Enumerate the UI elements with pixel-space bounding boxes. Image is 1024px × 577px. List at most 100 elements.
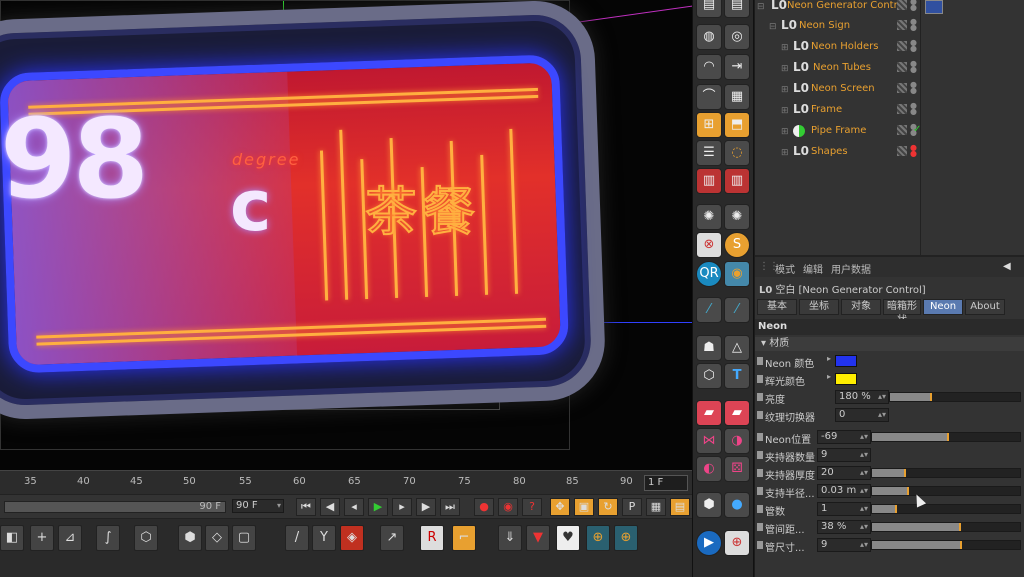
tab-basic[interactable]: 基本 (757, 299, 797, 315)
object-row[interactable]: ⊟ L0 Neon Sign ● ● (755, 16, 1024, 36)
param-tube-size[interactable]: 管尺寸... 9 ▴▾ (755, 536, 1024, 554)
back-arrow-icon[interactable]: ◀ (1003, 261, 1011, 272)
dynamics-2-icon[interactable]: ▥ (724, 168, 750, 194)
param-glow-color[interactable]: 辉光颜色 ▸ (755, 370, 1024, 388)
measure-icon[interactable]: ⊿ (58, 525, 82, 551)
dice-icon[interactable]: ⚄ (724, 456, 750, 482)
tube-size-slider[interactable] (871, 540, 1021, 550)
target-light-icon[interactable]: ✺ (724, 204, 750, 230)
param-tube-spacing[interactable]: 管间距... 38 % ▴▾ (755, 518, 1024, 536)
import-icon[interactable]: ⇓ (498, 525, 522, 551)
key-scale-button[interactable]: ▣ (574, 498, 594, 516)
tab-about[interactable]: About (965, 299, 1005, 315)
tab-coord[interactable]: 坐标 (799, 299, 839, 315)
expand-arrow-icon[interactable]: ▸ (827, 372, 831, 381)
play-button[interactable]: ▶ (368, 498, 388, 516)
holder-thickness-slider[interactable] (871, 468, 1021, 478)
param-holder-thickness[interactable]: 夹持器厚度 20 ▴▾ (755, 464, 1024, 482)
neon-color-swatch[interactable] (835, 355, 857, 367)
keyframe-selection-button[interactable]: ? (522, 498, 542, 516)
param-neon-position[interactable]: Neon位置 -69 ▴▾ (755, 428, 1024, 446)
texture-switcher-field[interactable]: 0 ▴▾ (835, 408, 889, 422)
bowtie-icon[interactable]: ⋈ (696, 428, 722, 454)
material-group[interactable]: ▾ 材质 (755, 337, 1024, 351)
key-pla-button[interactable]: ▦ (646, 498, 666, 516)
grid-sphere-icon[interactable]: ⊕ (586, 525, 610, 551)
param-brightness[interactable]: 亮度 180 % ▴▾ (755, 388, 1024, 406)
object-render-dots[interactable]: ● ● (910, 81, 917, 95)
animate-toggle[interactable] (757, 375, 763, 383)
polygon-select-icon[interactable]: ⬡ (134, 525, 158, 551)
support-radius-slider[interactable] (871, 486, 1021, 496)
menu-mode[interactable]: 模式 (775, 261, 795, 276)
animate-toggle[interactable] (757, 469, 763, 477)
param-tube-count[interactable]: 管数 1 ▴▾ (755, 500, 1024, 518)
prev-key-button[interactable]: ◀ (320, 498, 340, 516)
key-rotation-button[interactable]: ↻ (598, 498, 618, 516)
heart-icon[interactable]: ♥ (556, 525, 580, 551)
cube-pink-icon[interactable]: ▰ (696, 400, 722, 426)
prev-frame-button[interactable]: ◂ (344, 498, 364, 516)
object-render-dots[interactable]: ● ● (910, 0, 917, 12)
cube-outline-icon[interactable]: ▢ (232, 525, 256, 551)
record-button[interactable]: ● (474, 498, 494, 516)
expand-arrow-icon[interactable]: ▸ (827, 354, 831, 363)
animate-toggle[interactable] (757, 487, 763, 495)
neon-position-slider[interactable] (871, 432, 1021, 442)
3d-viewport[interactable]: 98 degree c 茶餐 (0, 0, 692, 470)
tab-object[interactable]: 对象 (841, 299, 881, 315)
add-point-icon[interactable]: + (30, 525, 54, 551)
lattice-icon[interactable]: ▦ (724, 84, 750, 110)
render-view-icon[interactable]: R (420, 525, 444, 551)
object-row[interactable]: ⊟ L0 Neon Generator Control ● ● (755, 0, 1024, 16)
animate-toggle[interactable] (757, 393, 763, 401)
object-visibility-icon[interactable] (897, 104, 907, 114)
object-visibility-icon[interactable] (897, 146, 907, 156)
palette-top-icon[interactable]: ▤ (724, 0, 750, 18)
object-visibility-icon[interactable] (897, 41, 907, 51)
next-key-button[interactable]: ▶ (416, 498, 436, 516)
animate-toggle[interactable] (757, 505, 763, 513)
arrow-tool-icon[interactable]: ↗ (380, 525, 404, 551)
brightness-field[interactable]: 180 % ▴▾ (835, 390, 889, 404)
bend-icon[interactable]: ◠ (696, 54, 722, 80)
current-frame-field[interactable]: 1 F (644, 475, 688, 491)
qr-plugin-icon[interactable]: QR (696, 261, 722, 287)
object-visibility-icon[interactable] (897, 125, 907, 135)
palette-top-icon[interactable]: ▤ (696, 0, 722, 18)
tube-spacing-slider[interactable] (871, 522, 1021, 532)
polygon-tool-icon[interactable]: ◧ (0, 525, 24, 551)
object-row[interactable]: ⊞ L0 Neon Tubes ● ● (755, 58, 1024, 78)
grid-sphere-2-icon[interactable]: ⊕ (614, 525, 638, 551)
object-visibility-icon[interactable] (897, 62, 907, 72)
end-frame-field[interactable]: 90 F ▾ (232, 499, 284, 513)
half-circle-icon[interactable]: ◑ (724, 428, 750, 454)
animate-toggle[interactable] (757, 433, 763, 441)
support-radius-field[interactable]: 0.03 m ▴▾ (817, 484, 871, 498)
animate-toggle[interactable] (757, 411, 763, 419)
tab-shape[interactable]: 暗箱形状 (883, 299, 921, 326)
cube-pink-2-icon[interactable]: ▰ (724, 400, 750, 426)
bulge-icon[interactable]: ⇥ (724, 54, 750, 80)
light-icon[interactable]: ✺ (696, 204, 722, 230)
crosshair-icon[interactable]: ⊕ (724, 530, 750, 556)
cube-group-icon[interactable]: ⬢ (696, 492, 722, 518)
fracture-icon[interactable]: ◌ (724, 140, 750, 166)
cube-tool-icon[interactable]: ⬡ (696, 363, 722, 389)
target-icon[interactable]: ⊗ (696, 232, 722, 258)
object-render-dots[interactable]: ● ● (910, 144, 917, 158)
param-texture-switcher[interactable]: 纹理切换器 0 ▴▾ (755, 406, 1024, 424)
axis-icon[interactable]: ⌐ (452, 525, 476, 551)
go-to-start-button[interactable]: ⏮ (296, 498, 316, 516)
object-visibility-icon[interactable] (897, 20, 907, 30)
object-visibility-icon[interactable] (897, 0, 907, 10)
holder-count-field[interactable]: 9 ▴▾ (817, 448, 871, 462)
key-position-button[interactable]: ✥ (550, 498, 570, 516)
object-render-dots[interactable]: ● ● (910, 39, 917, 53)
object-row[interactable]: ⊞ L0 Shapes ● ● (755, 142, 1024, 162)
paint-icon[interactable]: ⁄ (724, 297, 750, 323)
bridge-icon[interactable]: Y (312, 525, 336, 551)
tab-neon[interactable]: Neon (923, 299, 963, 315)
object-render-dots[interactable]: ● ● (910, 60, 917, 74)
animate-toggle[interactable] (757, 523, 763, 531)
